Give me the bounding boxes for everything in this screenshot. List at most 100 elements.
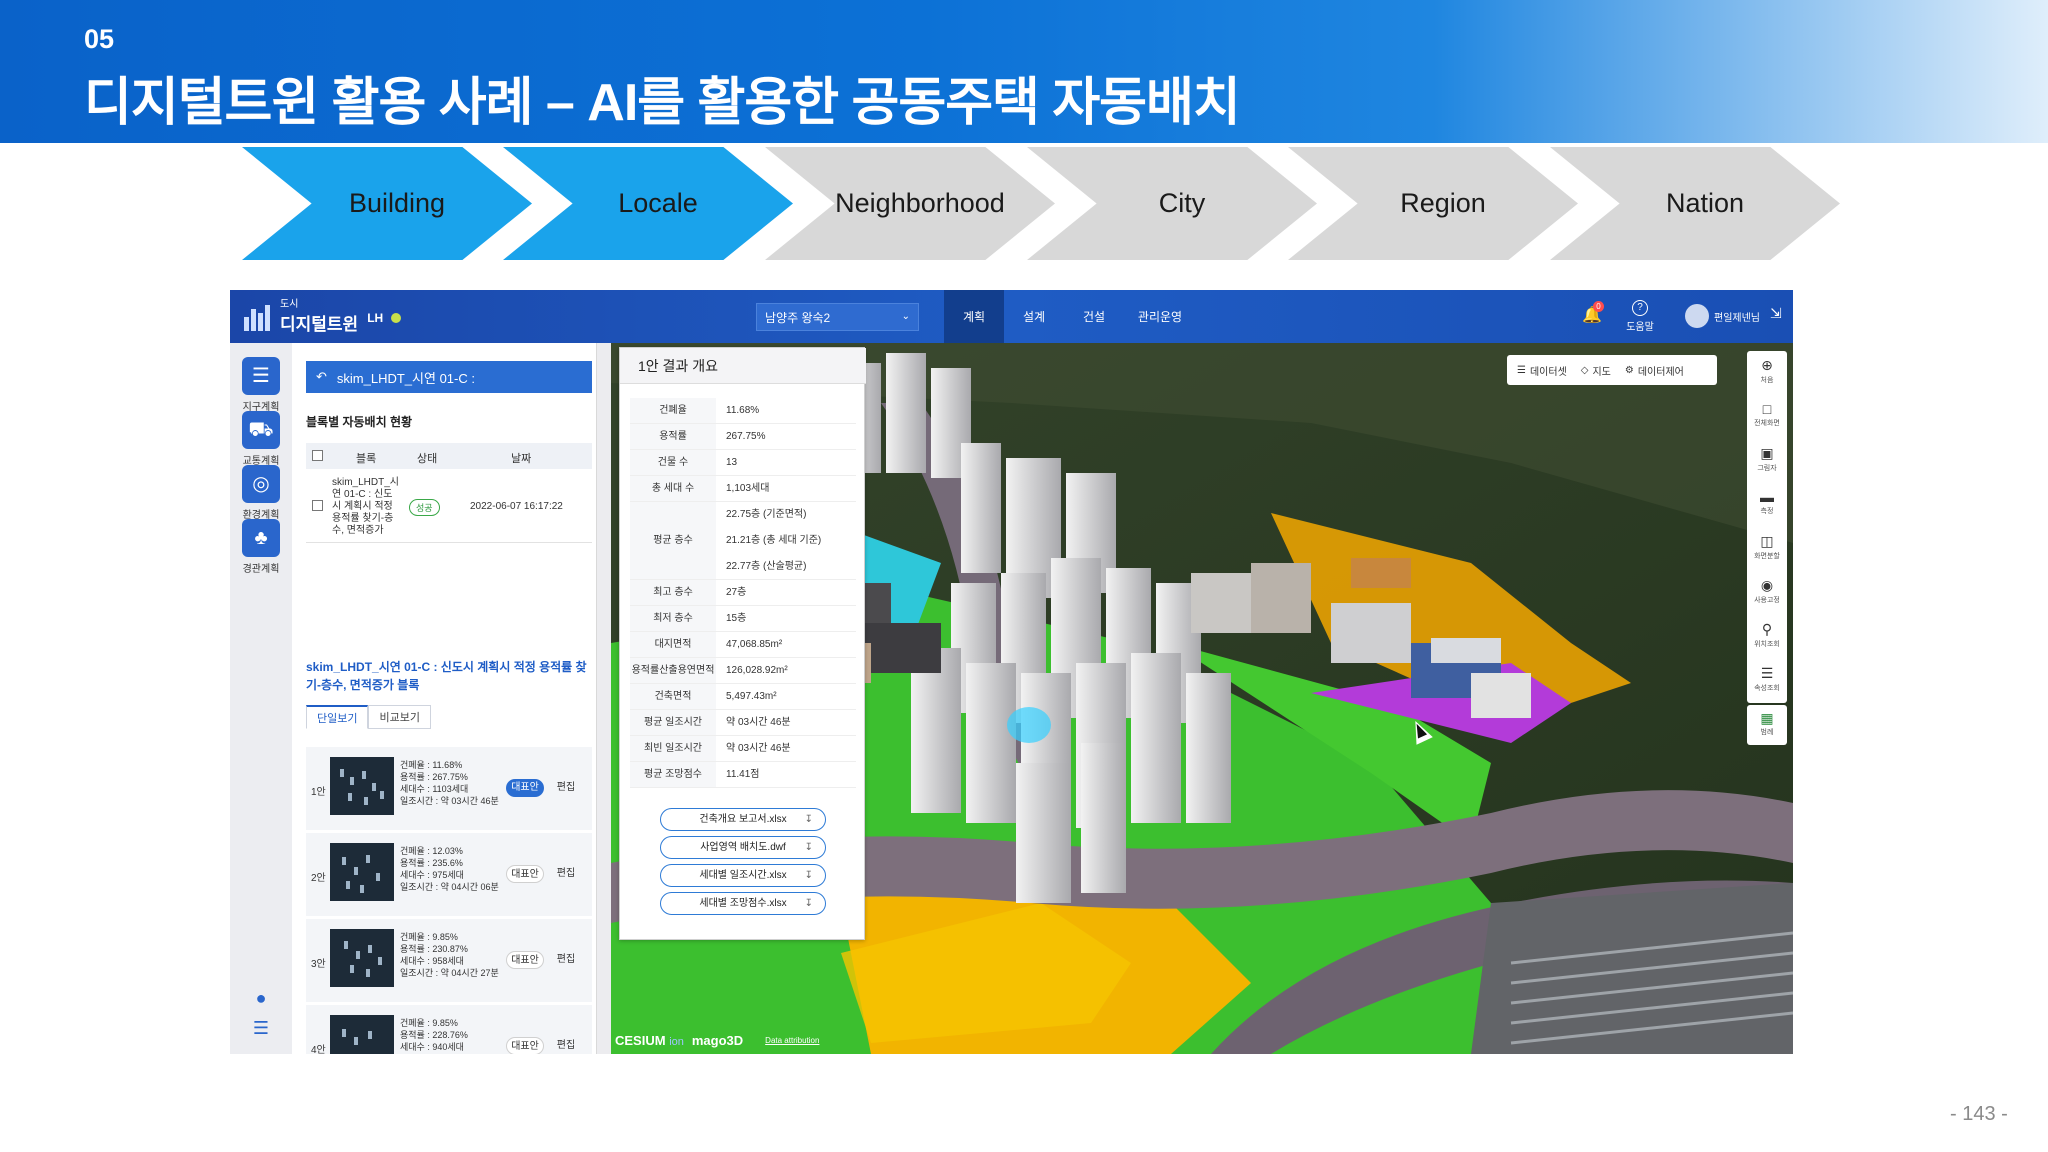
download-icon: ↧ xyxy=(804,814,813,825)
data-attribution-link[interactable]: Data attribution xyxy=(765,1036,819,1045)
edit-button[interactable]: 편집 xyxy=(551,1037,581,1054)
credit-ion: ion xyxy=(669,1036,684,1048)
plan-number: 1안 xyxy=(311,787,326,798)
plan-card-1[interactable]: 1안 건폐율 : 11.68% 용적률 : 267.75% 세대수 : 1103… xyxy=(306,747,592,830)
download-report-button[interactable]: 건축개요 보고서.xlsx ↧ xyxy=(660,808,826,831)
tool-label: 속성조회 xyxy=(1754,685,1780,692)
attribute-button[interactable]: ☰ 속성조회 xyxy=(1747,659,1787,703)
nav-plan[interactable]: 계획 xyxy=(944,290,1004,343)
fullscreen-button[interactable]: □ 전체화면 xyxy=(1747,395,1787,439)
plan-number: 4안 xyxy=(311,1045,326,1054)
rail-item-environment[interactable]: ◎ 환경계획 xyxy=(239,465,283,521)
app-window: 도시 디지털트윈 LH 남양주 왕숙2 ⌄ 계획 설계 건설 관리운영 🔔 0 ?… xyxy=(230,290,1793,1054)
result-key: 용적률 xyxy=(630,424,716,449)
app-logo[interactable]: 도시 디지털트윈 LH xyxy=(244,299,402,335)
view-tabs: 단일보기 비교보기 xyxy=(306,705,431,729)
table-header: 블록 상태 날짜 xyxy=(306,443,592,469)
result-key: 총 세대 수 xyxy=(630,476,716,501)
shadow-button[interactable]: ▣ 그림자 xyxy=(1747,439,1787,483)
fullscreen-icon: □ xyxy=(1762,401,1772,417)
result-row: 평균 조망점수 11.41점 xyxy=(630,762,856,788)
plan-card-2[interactable]: 2안 건폐율 : 12.03% 용적률 : 235.6% 세대수 : 975세대… xyxy=(306,833,592,916)
download-icon: ↧ xyxy=(804,898,813,909)
result-value: 5,497.43m² xyxy=(726,691,777,702)
plan-card-4[interactable]: 4안 건폐율 : 9.85% 용적률 : 228.76% 세대수 : 940세대… xyxy=(306,1005,592,1054)
logo-main: 디지털트윈 xyxy=(280,315,359,334)
select-all-checkbox[interactable] xyxy=(312,450,323,461)
tool-label: 데이터제어 xyxy=(1637,366,1684,378)
stage-nation: Nation xyxy=(1550,147,1840,260)
tab-compare-view[interactable]: 비교보기 xyxy=(368,705,431,729)
tab-single-view[interactable]: 단일보기 xyxy=(306,705,369,729)
slide-title: 디지털트윈 활용 사례 – AI를 활용한 공동주택 자동배치 xyxy=(84,74,1241,132)
stage-city: City xyxy=(1027,147,1317,260)
logo-suffix: LH xyxy=(367,310,384,325)
result-key: 평균 일조시간 xyxy=(630,710,716,735)
edit-button[interactable]: 편집 xyxy=(551,951,581,969)
row-checkbox[interactable] xyxy=(312,500,323,511)
bell-icon[interactable]: 🔔 0 xyxy=(1582,301,1604,325)
result-value: 11.41점 xyxy=(726,769,760,780)
tool-label: 화면분할 xyxy=(1754,553,1780,560)
representative-button[interactable]: 대표안 xyxy=(506,779,544,797)
result-row: 용적률산출용연면적 126,028.92m² xyxy=(630,658,856,684)
legend-button[interactable]: ▦ 범례 xyxy=(1747,705,1787,745)
download-sunlight-button[interactable]: 세대별 일조시간.xlsx ↧ xyxy=(660,864,826,887)
status-badge: 성공 xyxy=(409,499,440,516)
plan-number: 2안 xyxy=(311,873,326,884)
plan-metric: 일조시간 : 약 03시간 46분 xyxy=(400,796,499,806)
result-value: 47,068.85m² xyxy=(726,639,783,650)
nav-operation[interactable]: 관리운영 xyxy=(1124,290,1196,343)
back-arrow-icon[interactable]: ↶ xyxy=(316,369,327,385)
nav-design[interactable]: 설계 xyxy=(1004,290,1064,343)
table-row[interactable]: skim_LHDT_시연 01-C : 신도시 계획시 적정 용적률 찾기-층수… xyxy=(306,473,592,543)
view-lock-button[interactable]: ◉ 사용고정 xyxy=(1747,571,1787,615)
result-row: 건물 수 13 xyxy=(630,450,856,476)
plan-metric: 용적률 : 228.76% xyxy=(400,1030,468,1040)
tool-label: 데이터셋 xyxy=(1529,366,1567,378)
split-view-button[interactable]: ◫ 화면분할 xyxy=(1747,527,1787,571)
column-header: 날짜 xyxy=(511,453,532,465)
representative-button[interactable]: 대표안 xyxy=(506,1037,544,1054)
dataset-button[interactable]: ☰ 데이터셋 xyxy=(1517,363,1567,378)
tool-label: 측정 xyxy=(1760,508,1774,515)
region-select-value: 남양주 왕숙2 xyxy=(765,310,831,325)
stage-label: Nation xyxy=(1665,188,1745,218)
user-menu[interactable]: 편일제넨님 xyxy=(1685,304,1760,328)
logo-small: 도시 xyxy=(280,299,299,310)
representative-button[interactable]: 대표안 xyxy=(506,951,544,969)
list-icon: ☰ xyxy=(1760,665,1774,681)
result-row: 평균 일조시간 약 03시간 46분 xyxy=(630,710,856,736)
rail-item-district[interactable]: ☰ 지구계획 xyxy=(239,357,283,413)
rail-item-landscape[interactable]: ♣ 경관계획 xyxy=(239,519,283,575)
ruler-icon: ▬ xyxy=(1760,489,1774,505)
plan-thumbnail xyxy=(330,929,394,987)
map-button[interactable]: ◇ 지도 xyxy=(1581,363,1611,378)
download-layout-button[interactable]: 사업영역 배치도.dwf ↧ xyxy=(660,836,826,859)
plan-metric: 용적률 : 235.6% xyxy=(400,858,463,868)
plan-card-3[interactable]: 3안 건폐율 : 9.85% 용적률 : 230.87% 세대수 : 958세대… xyxy=(306,919,592,1002)
data-control-button[interactable]: ⚙ 데이터제어 xyxy=(1625,363,1684,378)
home-view-button[interactable]: ⊕ 처음 xyxy=(1747,351,1787,395)
rail-item-traffic[interactable]: ⛟ 교통계획 xyxy=(239,411,283,467)
panel-header-title: skim_LHDT_시연 01-C : xyxy=(336,370,475,386)
representative-button[interactable]: 대표안 xyxy=(506,865,544,883)
location-button[interactable]: ⚲ 위치조회 xyxy=(1747,615,1787,659)
download-label: 건축개요 보고서.xlsx xyxy=(699,814,787,825)
app-topbar: 도시 디지털트윈 LH 남양주 왕숙2 ⌄ 계획 설계 건설 관리운영 🔔 0 ?… xyxy=(230,290,1793,343)
plan-metric: 건폐율 : 12.03% xyxy=(400,846,463,856)
download-view-score-button[interactable]: 세대별 조망점수.xlsx ↧ xyxy=(660,892,826,915)
logout-icon[interactable]: ⇲ xyxy=(1770,305,1782,322)
nav-label: 건설 xyxy=(1082,310,1106,324)
result-value: 약 03시간 46분 xyxy=(726,743,791,754)
plan-metric: 일조시간 : 약 04시간 06분 xyxy=(400,882,499,892)
result-key: 최저 층수 xyxy=(630,606,716,631)
menu-icon[interactable]: ☰ xyxy=(250,1018,272,1040)
nav-construction[interactable]: 건설 xyxy=(1064,290,1124,343)
user-icon[interactable]: ● xyxy=(250,988,272,1010)
region-select[interactable]: 남양주 왕숙2 ⌄ xyxy=(756,303,919,331)
edit-button[interactable]: 편집 xyxy=(551,865,581,883)
measure-button[interactable]: ▬ 측정 xyxy=(1747,483,1787,527)
edit-button[interactable]: 편집 xyxy=(551,779,581,797)
help-button[interactable]: ? 도움말 xyxy=(1623,300,1657,333)
